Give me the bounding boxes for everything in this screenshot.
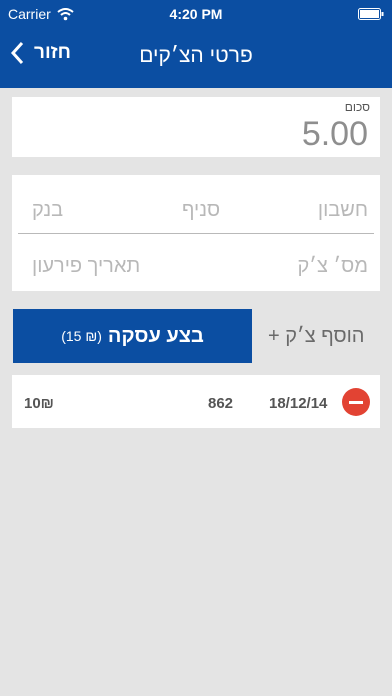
app-header: Carrier 4:20 PM חזור פרטי הצ׳קים: [0, 0, 392, 88]
minus-icon: [349, 400, 363, 404]
form-divider: [18, 233, 374, 234]
amount-card[interactable]: סכום 5.00: [12, 97, 380, 157]
check-number: 862: [208, 395, 234, 412]
due-date-field[interactable]: תאריך פירעון: [32, 255, 140, 278]
branch-field[interactable]: סניף: [182, 199, 220, 222]
add-check-button[interactable]: + הוסף צ׳ק: [268, 325, 364, 348]
check-amount: 10₪: [24, 395, 54, 412]
check-details-form: חשבון סניף בנק מס׳ צ׳ק תאריך פירעון: [12, 175, 380, 291]
check-date: 18/12/14: [269, 395, 328, 412]
check-number-field[interactable]: מס׳ צ׳ק: [298, 255, 369, 278]
amount-input[interactable]: 5.00: [302, 115, 368, 154]
submit-label: בצע עסקה: [107, 324, 204, 347]
page-title: פרטי הצ׳קים: [139, 44, 253, 67]
battery-icon: [358, 8, 384, 20]
submit-transaction-button[interactable]: (15 ₪) בצע עסקה: [13, 309, 252, 363]
delete-check-button[interactable]: [342, 388, 370, 416]
nav-bar: חזור פרטי הצ׳קים: [0, 28, 392, 88]
account-field[interactable]: חשבון: [318, 199, 368, 222]
submit-fee: (15 ₪): [61, 328, 102, 344]
status-bar: Carrier 4:20 PM: [0, 0, 392, 28]
amount-label: סכום: [344, 100, 370, 114]
bank-field[interactable]: בנק: [32, 199, 63, 222]
status-time: 4:20 PM: [169, 6, 223, 22]
check-list: 10₪ 862 18/12/14: [12, 375, 380, 428]
